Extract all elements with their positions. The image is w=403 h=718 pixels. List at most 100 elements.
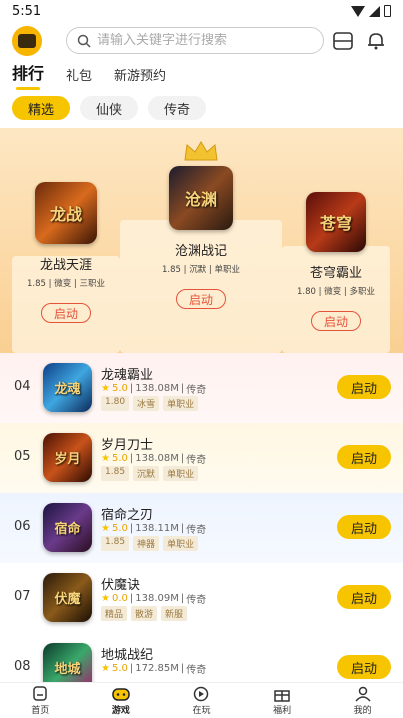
tag: 神器 [133, 536, 160, 551]
tag: 新服 [161, 606, 188, 621]
rank-number: 06 [14, 519, 31, 534]
game-name: 龙战天涯 [39, 258, 92, 273]
game-icon: 苍穹 [306, 192, 366, 252]
game-score: 5.0 [111, 523, 128, 534]
podium-item-first[interactable]: 沧渊 沧渊战记 1.85 | 沉默 | 单职业 启动 [128, 166, 274, 309]
game-score: 5.0 [111, 383, 128, 394]
rank-number: 07 [14, 589, 31, 604]
game-stats: ★ 5.0 | 138.08M | 传奇 [101, 383, 207, 396]
launch-button[interactable]: 启动 [337, 655, 391, 679]
battery-icon [384, 5, 391, 17]
top-header [0, 22, 403, 60]
download-manager-icon[interactable] [332, 31, 354, 51]
gift-icon [274, 690, 290, 702]
launch-button[interactable]: 启动 [337, 375, 391, 399]
game-stats: ★ 5.0 | 138.11M | 传奇 [101, 523, 207, 536]
search-bar[interactable] [66, 27, 324, 54]
game-icon: 龙战 [35, 182, 97, 244]
star-icon: ★ [101, 663, 110, 674]
game-size: 172.85M [135, 663, 179, 674]
game-meta: 1.80 | 微变 | 多职业 [297, 287, 375, 297]
tag: 1.85 [101, 466, 130, 481]
game-genre: 传奇 [186, 665, 207, 676]
tag: 1.85 [101, 536, 130, 551]
chip-featured[interactable]: 精选 [12, 96, 71, 120]
tag: 1.80 [101, 396, 130, 411]
star-icon: ★ [101, 593, 110, 604]
game-tags: 1.85 神器 单职业 [101, 536, 199, 551]
star-icon: ★ [101, 453, 110, 464]
game-genre: 传奇 [186, 385, 207, 396]
game-size: 138.11M [135, 523, 179, 534]
rank-number: 04 [14, 379, 31, 394]
star-icon: ★ [101, 523, 110, 534]
wifi-icon [351, 5, 365, 17]
game-score: 5.0 [111, 663, 128, 674]
nav-label: 首页 [31, 706, 50, 716]
nav-profile[interactable]: 我的 [323, 683, 403, 716]
nav-benefits[interactable]: 福利 [242, 683, 322, 716]
notification-bell-icon[interactable] [366, 31, 386, 51]
status-bar: 5:51 [0, 0, 403, 22]
home-icon [33, 686, 48, 701]
nav-label: 游戏 [111, 706, 130, 716]
crown-icon [184, 141, 218, 161]
game-score: 5.0 [111, 453, 128, 464]
nav-label: 福利 [273, 706, 292, 716]
search-icon [77, 34, 91, 48]
nav-games[interactable]: 游戏 [81, 683, 161, 716]
play-icon [194, 686, 209, 702]
chip-xianxia[interactable]: 仙侠 [80, 96, 139, 120]
gamepad-icon [112, 688, 130, 701]
list-item[interactable]: 04 龙魂 龙魂霸业 ★ 5.0 | 138.08M | 传奇 1.80 冰雪 单职业 启动 [0, 353, 403, 423]
tab-ranking[interactable]: 排行 [12, 60, 44, 90]
launch-button[interactable]: 启动 [176, 289, 226, 309]
launch-button[interactable]: 启动 [311, 311, 361, 331]
game-icon: 龙魂 [43, 363, 92, 412]
podium-item-second[interactable]: 龙战 龙战天涯 1.85 | 微变 | 三职业 启动 [14, 182, 118, 323]
game-icon: 岁月 [43, 433, 92, 482]
search-input[interactable] [97, 33, 297, 48]
game-meta: 1.85 | 沉默 | 单职业 [162, 265, 240, 275]
launch-button[interactable]: 启动 [337, 585, 391, 609]
game-size: 138.08M [135, 453, 179, 464]
launch-button[interactable]: 启动 [337, 515, 391, 539]
profile-icon [355, 686, 371, 702]
game-icon: 伏魔 [43, 573, 92, 622]
launch-button[interactable]: 启动 [337, 445, 391, 469]
bottom-navigation: 首页 游戏 在玩 福利 我的 [0, 682, 403, 718]
launch-button[interactable]: 启动 [41, 303, 91, 323]
nav-playing[interactable]: 在玩 [161, 683, 241, 716]
game-stats: ★ 5.0 | 172.85M | 传奇 [101, 663, 207, 676]
nav-label: 我的 [353, 706, 372, 716]
ranking-list: 04 龙魂 龙魂霸业 ★ 5.0 | 138.08M | 传奇 1.80 冰雪 单职业 启动 … [0, 353, 403, 703]
game-icon: 宿命 [43, 503, 92, 552]
top-three-podium: 龙战 龙战天涯 1.85 | 微变 | 三职业 启动 沧渊 沧渊战记 1.85 … [0, 128, 403, 353]
game-genre: 传奇 [186, 525, 207, 536]
game-stats: ★ 5.0 | 138.08M | 传奇 [101, 453, 207, 466]
rank-number: 08 [14, 659, 31, 674]
game-name: 沧渊战记 [174, 244, 227, 259]
list-item[interactable]: 05 岁月 岁月刀士 ★ 5.0 | 138.08M | 传奇 1.85 沉默 单职业 启动 [0, 423, 403, 493]
nav-label: 在玩 [192, 706, 211, 716]
tab-new-game-reservation[interactable]: 新游预约 [114, 65, 166, 90]
game-tags: 1.80 冰雪 单职业 [101, 396, 199, 411]
signal-icon [369, 5, 380, 17]
game-icon: 沧渊 [169, 166, 233, 230]
app-logo[interactable] [12, 26, 42, 56]
filter-chips: 精选 仙侠 传奇 [0, 96, 403, 122]
tag: 单职业 [163, 536, 199, 551]
tab-gift-pack[interactable]: 礼包 [66, 65, 92, 90]
list-item[interactable]: 06 宿命 宿命之刃 ★ 5.0 | 138.11M | 传奇 1.85 神器 单职业 启动 [0, 493, 403, 563]
game-genre: 传奇 [186, 455, 207, 466]
podium-item-third[interactable]: 苍穹 苍穹霸业 1.80 | 微变 | 多职业 启动 [284, 192, 388, 331]
chip-legend[interactable]: 传奇 [148, 96, 207, 120]
game-genre: 传奇 [186, 595, 207, 606]
tag: 单职业 [163, 466, 199, 481]
list-item[interactable]: 07 伏魔 伏魔诀 ★ 0.0 | 138.09M | 传奇 精品 散游 新服 启动 [0, 563, 403, 633]
status-icons [351, 5, 391, 17]
tag: 冰雪 [133, 396, 160, 411]
game-score: 0.0 [111, 593, 128, 604]
status-time: 5:51 [12, 3, 42, 19]
nav-home[interactable]: 首页 [0, 683, 80, 716]
